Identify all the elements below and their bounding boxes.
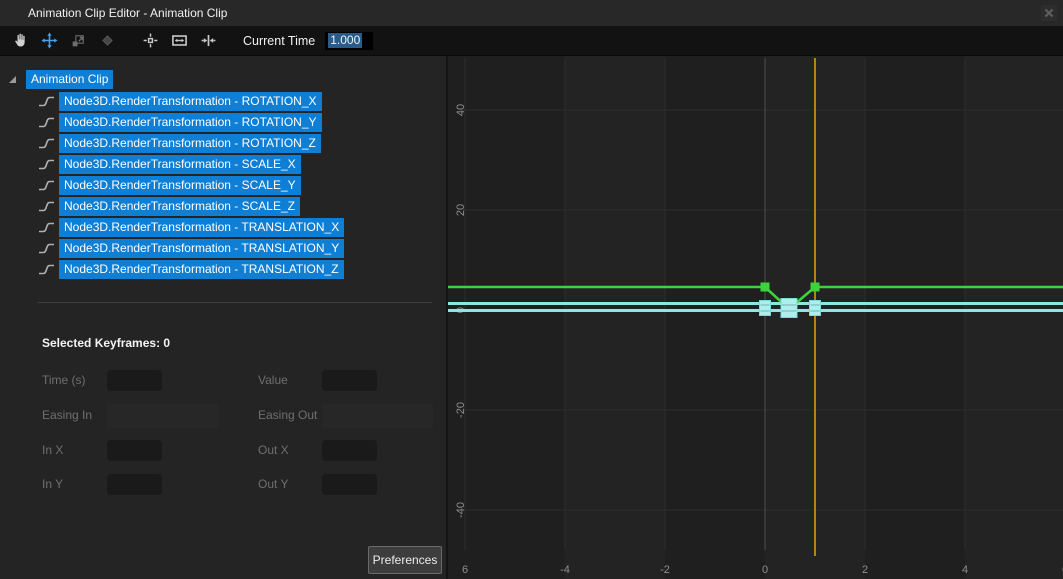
current-time-label: Current Time (243, 34, 315, 48)
crosshair-icon (142, 32, 159, 49)
in-y-label: In Y (42, 477, 63, 491)
curve-icon (38, 95, 55, 108)
tree-item-label[interactable]: Node3D.RenderTransformation - SCALE_X (59, 155, 301, 174)
scale-tool-button[interactable] (65, 29, 91, 53)
value-label: Value (258, 373, 288, 387)
tree-item-label[interactable]: Node3D.RenderTransformation - TRANSLATIO… (59, 260, 344, 279)
curve-icon (38, 158, 55, 171)
scale-icon (70, 32, 87, 49)
svg-text:-4: -4 (560, 564, 570, 576)
curve-icon (38, 263, 55, 276)
close-icon (1044, 8, 1054, 18)
tree-item-label[interactable]: Node3D.RenderTransformation - ROTATION_Y (59, 113, 322, 132)
fit-width-icon (171, 32, 188, 49)
tree-item-label[interactable]: Node3D.RenderTransformation - TRANSLATIO… (59, 239, 344, 258)
easing-in-field[interactable] (107, 404, 218, 428)
tree-item-translation-z: Node3D.RenderTransformation - TRANSLATIO… (38, 259, 344, 280)
svg-text:-2: -2 (660, 564, 670, 576)
expander-icon[interactable] (8, 75, 17, 84)
curve-icon (38, 200, 55, 213)
out-y-field[interactable] (322, 474, 377, 495)
curve-editor-panel: 40200-20-406-4-20246 (446, 56, 1063, 579)
tree-item-translation-x: Node3D.RenderTransformation - TRANSLATIO… (38, 217, 344, 238)
hand-icon (12, 32, 29, 49)
curve-icon (38, 116, 55, 129)
in-x-field[interactable] (107, 440, 162, 461)
keyframe-diamond-icon (99, 32, 116, 49)
selected-keyframes-count: 0 (163, 336, 170, 350)
easing-in-label: Easing In (42, 408, 92, 422)
tree-item-rotation-y: Node3D.RenderTransformation - ROTATION_Y (38, 112, 322, 133)
tree-item-translation-y: Node3D.RenderTransformation - TRANSLATIO… (38, 238, 344, 259)
panel-divider (38, 302, 432, 303)
out-x-field[interactable] (322, 440, 377, 461)
curve-icon (38, 221, 55, 234)
move-tool-button[interactable] (36, 29, 62, 53)
time-field[interactable] (107, 370, 162, 391)
preferences-button[interactable]: Preferences (368, 546, 442, 574)
tree-item-rotation-x: Node3D.RenderTransformation - ROTATION_X (38, 91, 322, 112)
svg-text:6: 6 (462, 564, 468, 576)
fit-horizontal-button[interactable] (166, 29, 192, 53)
easing-out-label: Easing Out (258, 408, 317, 422)
current-time-value: 1.000 (328, 33, 362, 48)
svg-text:4: 4 (962, 564, 968, 576)
move-icon (41, 32, 58, 49)
tree-item-label[interactable]: Node3D.RenderTransformation - ROTATION_Z (59, 134, 321, 153)
center-view-button[interactable] (137, 29, 163, 53)
collapse-horizontal-icon (200, 32, 217, 49)
window-title: Animation Clip Editor - Animation Clip (28, 6, 227, 20)
tree-item-scale-y: Node3D.RenderTransformation - SCALE_Y (38, 175, 301, 196)
tree-item-label[interactable]: Node3D.RenderTransformation - ROTATION_X (59, 92, 322, 111)
in-y-field[interactable] (107, 474, 162, 495)
in-x-label: In X (42, 443, 63, 457)
svg-text:2: 2 (862, 564, 868, 576)
curve-icon (38, 179, 55, 192)
tree-item-label[interactable]: Node3D.RenderTransformation - TRANSLATIO… (59, 218, 344, 237)
current-time-input[interactable]: 1.000 (325, 32, 373, 50)
toolbar: Current Time 1.000 (0, 26, 1063, 56)
animation-clip-editor-window: Animation Clip Editor - Animation Clip C… (0, 0, 1063, 579)
tree-item-scale-z: Node3D.RenderTransformation - SCALE_Z (38, 196, 300, 217)
svg-text:0: 0 (762, 564, 768, 576)
add-keyframe-tool-button[interactable] (94, 29, 120, 53)
pan-tool-button[interactable] (7, 29, 33, 53)
tree-root-label[interactable]: Animation Clip (26, 70, 113, 89)
properties-panel: Animation Clip Node3D.RenderTransformati… (0, 56, 446, 579)
curve-editor-canvas[interactable]: 40200-20-406-4-20246 (448, 56, 1063, 579)
close-button[interactable] (1041, 5, 1057, 21)
tree-root-row: Animation Clip (8, 69, 113, 90)
out-x-label: Out X (258, 443, 289, 457)
tree-item-scale-x: Node3D.RenderTransformation - SCALE_X (38, 154, 301, 175)
tree-item-label[interactable]: Node3D.RenderTransformation - SCALE_Z (59, 197, 300, 216)
tree-item-label[interactable]: Node3D.RenderTransformation - SCALE_Y (59, 176, 301, 195)
value-field[interactable] (322, 370, 377, 391)
curve-icon (38, 242, 55, 255)
selected-keyframes-label: Selected Keyframes: (42, 336, 160, 350)
title-bar: Animation Clip Editor - Animation Clip (0, 0, 1063, 26)
out-y-label: Out Y (258, 477, 288, 491)
time-label: Time (s) (42, 373, 86, 387)
curve-icon (38, 137, 55, 150)
tree-item-rotation-z: Node3D.RenderTransformation - ROTATION_Z (38, 133, 321, 154)
collapse-horizontal-button[interactable] (195, 29, 221, 53)
easing-out-field[interactable] (322, 404, 433, 428)
selected-keyframes-text: Selected Keyframes: 0 (42, 336, 170, 350)
